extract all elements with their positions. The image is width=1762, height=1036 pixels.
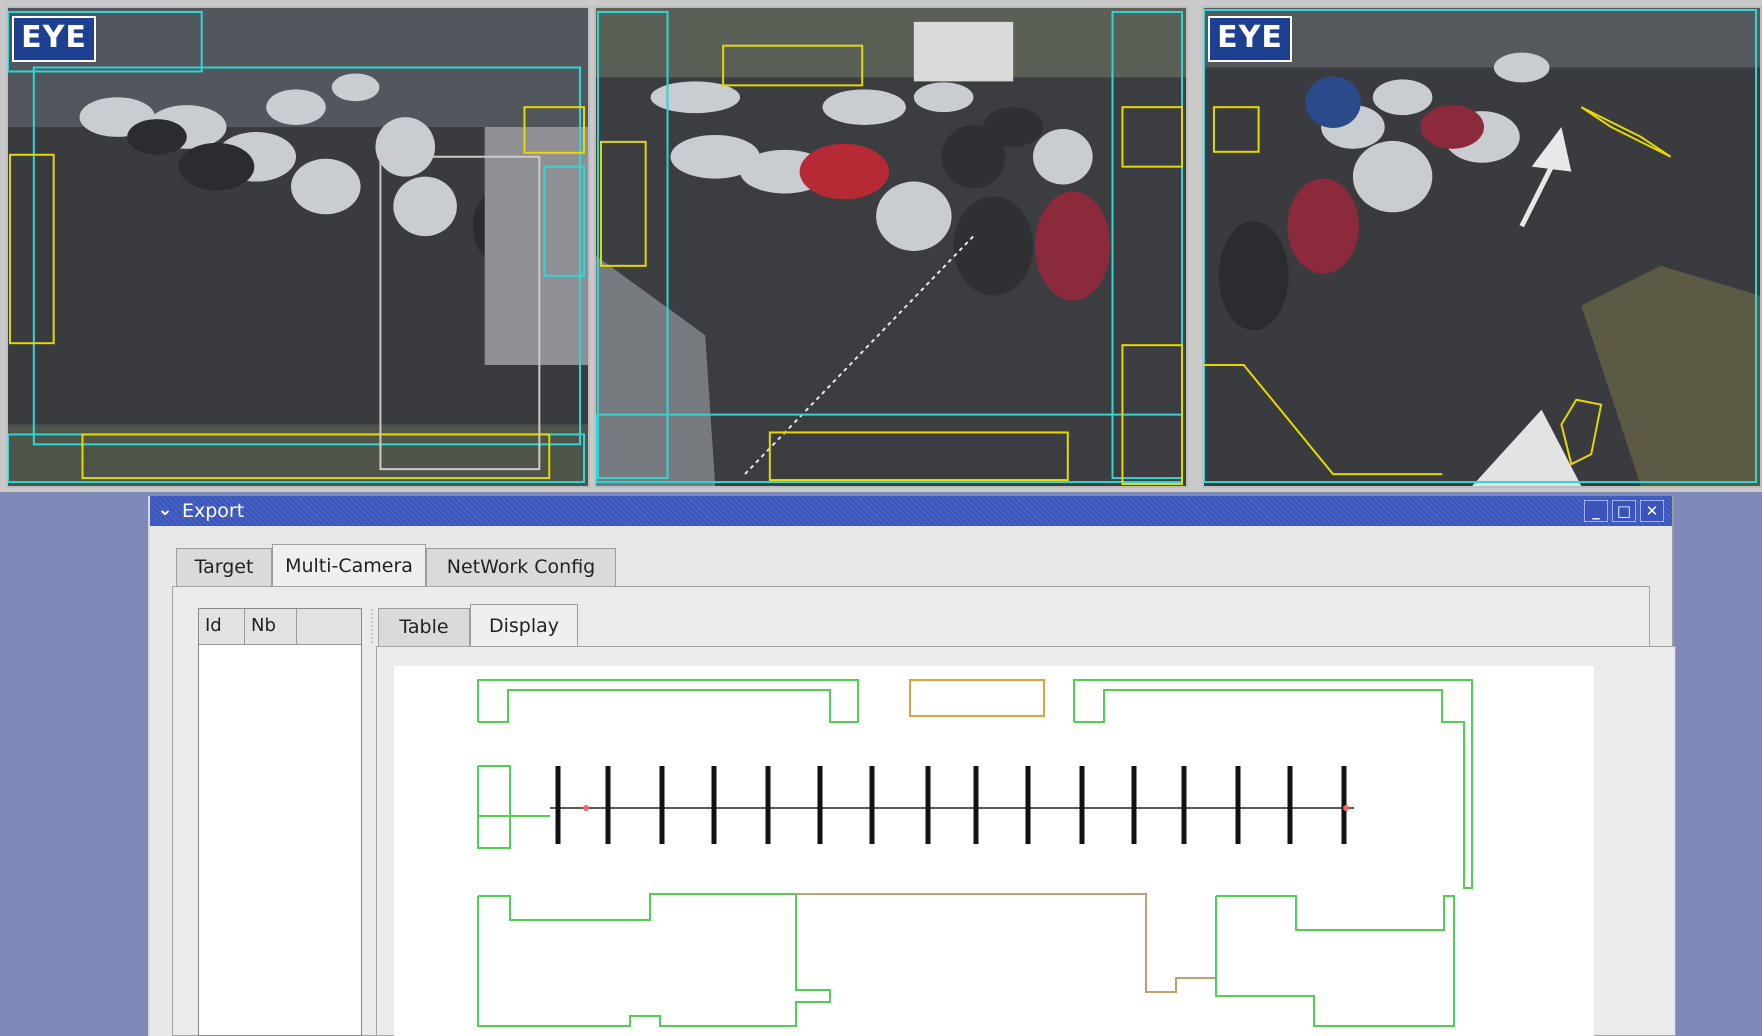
camera-strip: EYE EYE bbox=[0, 0, 1762, 492]
tab-multi-camera[interactable]: Multi-Camera bbox=[272, 544, 426, 586]
splitter-handle[interactable]: ⋮ ⋮ ⋮ bbox=[366, 608, 378, 1036]
map-zone-bottom-right bbox=[1215, 895, 1455, 1027]
minimize-button[interactable]: _ bbox=[1584, 500, 1608, 522]
tab-target[interactable]: Target bbox=[176, 548, 272, 586]
map-zone-top-left bbox=[477, 679, 859, 723]
tab-network-config[interactable]: NetWork Config bbox=[426, 548, 616, 586]
camera-logo: EYE bbox=[12, 16, 96, 62]
map-zone-bottom bbox=[477, 893, 831, 1027]
target-list[interactable]: Id Nb bbox=[198, 608, 362, 1036]
chevron-down-icon[interactable]: ⌄ bbox=[154, 499, 176, 521]
map-marker-left bbox=[583, 805, 589, 811]
column-header-nb[interactable]: Nb bbox=[245, 609, 297, 645]
map-zone-bottom-center bbox=[796, 893, 1216, 993]
window-title: Export bbox=[182, 500, 245, 522]
parking-map bbox=[477, 679, 1473, 1027]
camera-3-scene bbox=[1204, 8, 1760, 486]
column-header-empty[interactable] bbox=[297, 609, 361, 645]
tab-table[interactable]: Table bbox=[378, 608, 470, 646]
camera-view-3[interactable]: EYE bbox=[1202, 6, 1762, 488]
camera-logo: EYE bbox=[1208, 16, 1292, 62]
parking-space-dividers bbox=[555, 766, 1347, 844]
camera-1-scene bbox=[8, 8, 588, 486]
main-tab-bar: Target Multi-Camera NetWork Config bbox=[176, 544, 616, 586]
camera-view-2[interactable] bbox=[594, 6, 1188, 488]
window-titlebar[interactable]: ⌄ Export _ □ ✕ bbox=[150, 496, 1672, 526]
map-marker-right bbox=[1343, 805, 1349, 811]
map-zone-top-center bbox=[909, 679, 1045, 717]
export-window: ⌄ Export _ □ ✕ Target Multi-Camera NetWo… bbox=[148, 496, 1676, 1036]
camera-view-1[interactable]: EYE bbox=[6, 6, 590, 488]
camera-2-scene bbox=[596, 8, 1186, 486]
close-button[interactable]: ✕ bbox=[1640, 500, 1664, 522]
column-header-id[interactable]: Id bbox=[199, 609, 245, 645]
map-zone-middle-left bbox=[477, 765, 511, 849]
tab-display[interactable]: Display bbox=[470, 604, 578, 646]
maximize-button[interactable]: □ bbox=[1612, 500, 1636, 522]
parking-map-canvas[interactable] bbox=[394, 666, 1594, 1036]
sub-tab-bar: Table Display bbox=[378, 604, 578, 646]
